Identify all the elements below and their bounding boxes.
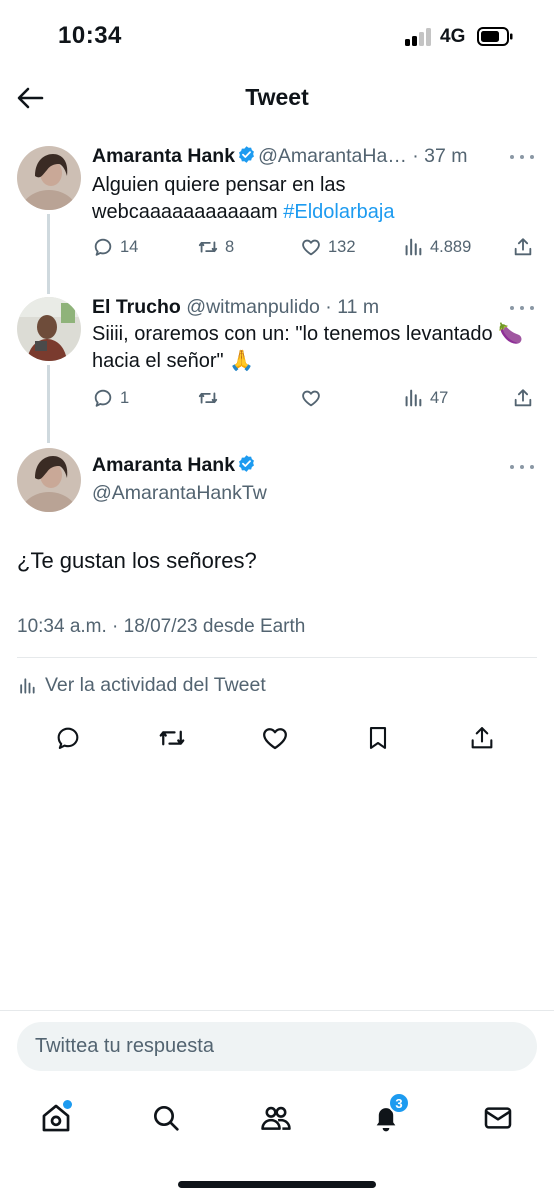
views-chart-icon	[405, 238, 422, 256]
reply-input[interactable]: Twittea tu respuesta	[17, 1022, 537, 1071]
network-type: 4G	[440, 26, 466, 47]
retweet-icon	[159, 730, 185, 746]
verified-badge-icon	[239, 146, 255, 163]
tweet-text: Siiii, oraremos con un: "lo tenemos leva…	[92, 323, 524, 372]
avatar[interactable]	[17, 297, 81, 361]
views-button[interactable]: 4.889	[402, 236, 471, 258]
tweet-time: 37 m	[424, 145, 468, 167]
divider	[17, 657, 537, 658]
top-bar: Tweet	[0, 76, 554, 120]
share-button[interactable]	[512, 236, 534, 258]
home-indicator[interactable]	[178, 1181, 376, 1188]
page-title: Tweet	[245, 84, 309, 110]
envelope-icon	[484, 1107, 512, 1129]
divider	[0, 1010, 554, 1011]
heart-icon	[263, 728, 287, 750]
reply-button[interactable]: 14	[92, 236, 138, 258]
views-button[interactable]: 47	[402, 387, 448, 409]
bottom-nav: 3	[0, 1090, 554, 1146]
retweet-button[interactable]	[156, 722, 188, 754]
hashtag-link[interactable]: #Eldolarbaja	[283, 201, 394, 223]
tweet-activity-link[interactable]: Ver la actividad del Tweet	[17, 674, 266, 697]
bookmark-icon	[369, 727, 387, 749]
heart-icon	[302, 390, 320, 407]
more-options-button[interactable]	[510, 462, 534, 472]
like-button[interactable]	[259, 722, 291, 754]
retweet-icon	[198, 392, 218, 404]
author-handle: @AmarantaHankTw	[92, 482, 267, 504]
reply-count: 1	[120, 388, 130, 407]
separator: ·	[406, 145, 425, 167]
author-name[interactable]: El Trucho	[92, 296, 181, 318]
main-tweet-actions	[0, 720, 554, 756]
tweet-header: Amaranta Hank	[92, 454, 554, 482]
thread-tweet-1[interactable]: Amaranta Hank @AmarantaHa… · 37 m Alguien…	[0, 140, 554, 294]
nav-communities[interactable]	[256, 1098, 296, 1138]
tweet-time: 11 m	[337, 296, 380, 318]
views-chart-icon	[20, 677, 35, 694]
tweet-text: Alguien quiere pensar en las webcaaaaaaa…	[92, 172, 532, 226]
reply-count: 14	[120, 237, 139, 256]
status-bar: 10:34 4G	[0, 0, 554, 70]
share-button[interactable]	[512, 387, 534, 409]
tweet-header: El Trucho @witmanpulido · 11 m	[92, 296, 554, 324]
thread-tweet-2[interactable]: El Trucho @witmanpulido · 11 m Siiii, or…	[0, 291, 554, 443]
retweet-icon	[198, 241, 218, 253]
notifications-count-badge: 3	[388, 1092, 410, 1114]
author-handle: @AmarantaHa…	[258, 145, 407, 167]
tweet-timestamp: 10:34 a.m. · 18/07/23 desde Earth	[17, 616, 306, 637]
avatar[interactable]	[17, 448, 81, 512]
reply-icon	[94, 238, 112, 256]
cell-signal-icon	[405, 28, 433, 46]
activity-label: Ver la actividad del Tweet	[45, 674, 266, 696]
communities-icon	[261, 1106, 291, 1130]
nav-search[interactable]	[146, 1098, 186, 1138]
reply-button[interactable]	[52, 722, 84, 754]
verified-badge-icon	[239, 455, 255, 472]
heart-icon	[302, 239, 320, 256]
tweet-actions: 14 8 132 4.889	[92, 236, 536, 264]
tweet-header: Amaranta Hank @AmarantaHa… · 37 m	[92, 145, 554, 173]
thread-connector	[47, 214, 50, 294]
separator: ·	[319, 296, 338, 318]
status-time: 10:34	[58, 22, 122, 49]
nav-home[interactable]	[36, 1098, 76, 1138]
views-chart-icon	[405, 389, 422, 407]
tweet-actions: 1 47	[92, 387, 536, 415]
view-count: 4.889	[430, 237, 472, 256]
battery-icon	[477, 27, 513, 46]
share-icon	[471, 727, 493, 749]
retweet-button[interactable]: 8	[197, 236, 234, 258]
reply-icon	[94, 389, 112, 407]
reply-icon	[57, 727, 79, 749]
share-icon	[514, 389, 532, 407]
retweet-button[interactable]	[197, 387, 219, 409]
nav-messages[interactable]	[478, 1098, 518, 1138]
share-icon	[514, 238, 532, 256]
view-count: 47	[430, 388, 449, 407]
new-content-dot	[63, 1100, 72, 1109]
main-tweet-text: ¿Te gustan los señores?	[17, 548, 257, 573]
share-button[interactable]	[466, 722, 498, 754]
author-name[interactable]: Amaranta Hank	[92, 454, 235, 476]
bookmark-button[interactable]	[362, 722, 394, 754]
more-options-button[interactable]	[510, 152, 534, 162]
search-icon	[154, 1106, 179, 1131]
avatar[interactable]	[17, 146, 81, 210]
like-count: 132	[328, 237, 356, 256]
author-handle: @witmanpulido	[186, 296, 320, 318]
like-button[interactable]: 132	[300, 236, 356, 258]
reply-button[interactable]: 1	[92, 387, 129, 409]
more-options-button[interactable]	[510, 303, 534, 313]
retweet-count: 8	[225, 237, 235, 256]
like-button[interactable]	[300, 387, 322, 409]
author-name[interactable]: Amaranta Hank	[92, 145, 235, 167]
thread-connector	[47, 365, 50, 443]
nav-notifications[interactable]: 3	[366, 1092, 410, 1138]
